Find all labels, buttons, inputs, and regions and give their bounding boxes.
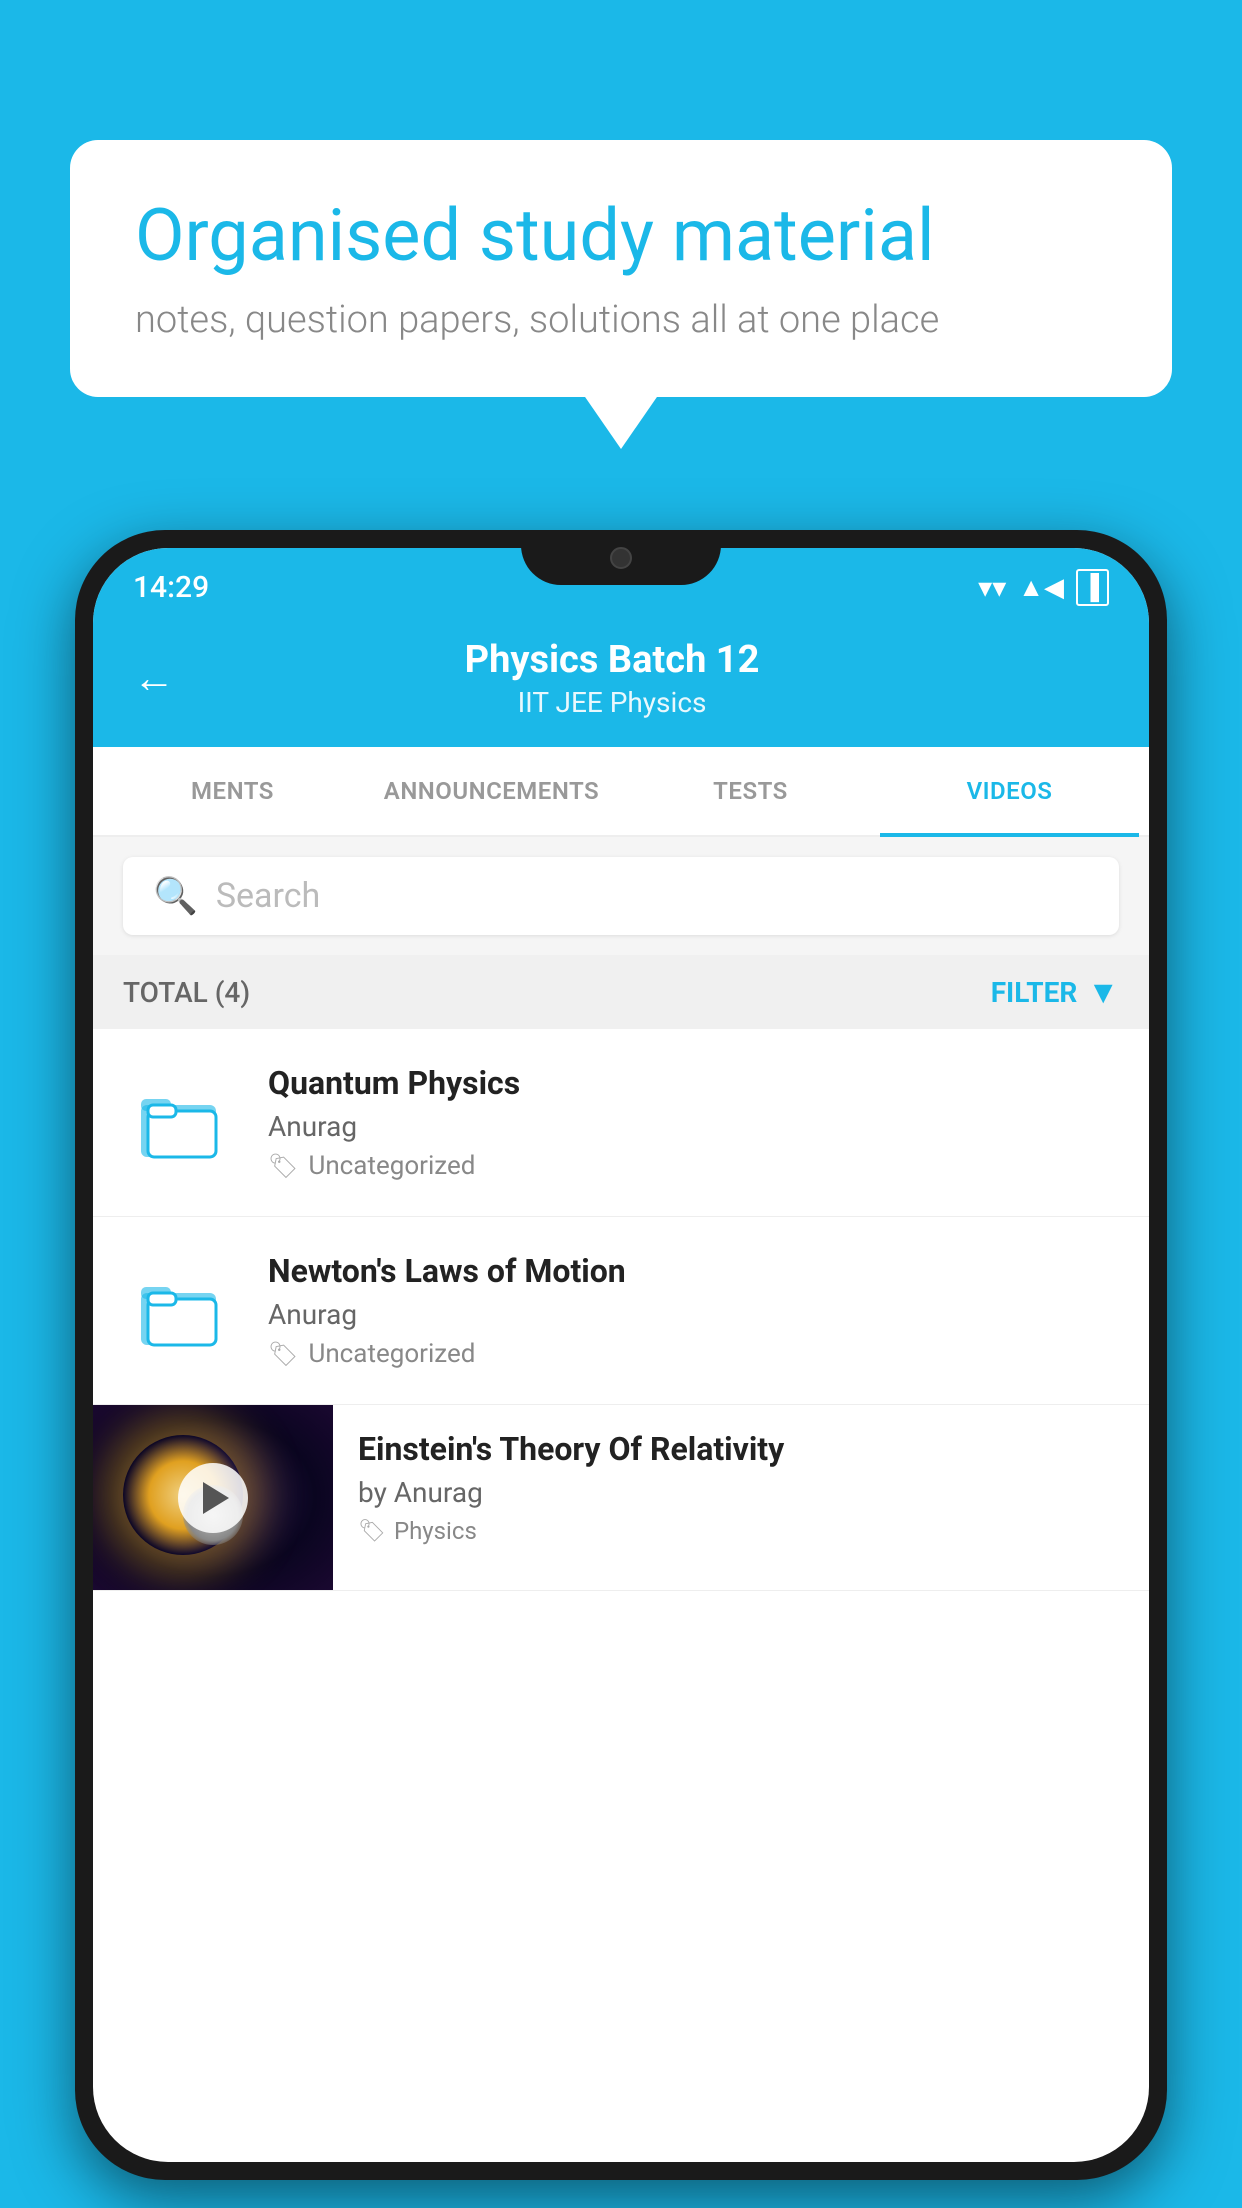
tag-icon: 🏷 xyxy=(358,1519,386,1544)
tag-icon: 🏷 xyxy=(268,1152,298,1180)
video-list: Quantum Physics Anurag 🏷 Uncategorized xyxy=(93,1029,1149,1591)
phone-frame: 14:29 ▾▾ ▲◀ ▐ ← Physics Batch 12 IIT JEE… xyxy=(75,530,1167,2208)
item-tag: 🏷 Uncategorized xyxy=(268,1151,1119,1181)
item-tag: 🏷 Physics xyxy=(358,1517,1124,1545)
filter-icon: ▼ xyxy=(1087,973,1119,1011)
item-tag: 🏷 Uncategorized xyxy=(268,1339,1119,1369)
item-thumbnail xyxy=(123,1064,238,1179)
folder-icon xyxy=(136,1265,226,1355)
tab-ments[interactable]: MENTS xyxy=(103,747,362,835)
front-camera xyxy=(610,547,632,569)
speech-bubble-subtext: notes, question papers, solutions all at… xyxy=(135,298,1107,342)
tab-videos[interactable]: VIDEOS xyxy=(880,747,1139,835)
search-icon: 🔍 xyxy=(153,875,198,917)
search-box[interactable]: 🔍 Search xyxy=(123,857,1119,935)
folder-icon xyxy=(136,1077,226,1167)
item-title: Quantum Physics xyxy=(268,1064,1119,1102)
filter-label: FILTER xyxy=(991,976,1078,1009)
list-item[interactable]: Newton's Laws of Motion Anurag 🏷 Uncateg… xyxy=(93,1217,1149,1405)
item-info: Einstein's Theory Of Relativity by Anura… xyxy=(333,1405,1149,1570)
speech-bubble: Organised study material notes, question… xyxy=(70,140,1172,397)
batch-title: Physics Batch 12 xyxy=(205,638,1019,682)
item-info: Newton's Laws of Motion Anurag 🏷 Uncateg… xyxy=(268,1252,1119,1369)
list-item[interactable]: Quantum Physics Anurag 🏷 Uncategorized xyxy=(93,1029,1149,1217)
item-title: Newton's Laws of Motion xyxy=(268,1252,1119,1290)
speech-bubble-heading: Organised study material xyxy=(135,195,1107,278)
wifi-icon: ▾▾ xyxy=(978,571,1006,604)
back-button[interactable]: ← xyxy=(133,654,175,703)
app-header: ← Physics Batch 12 IIT JEE Physics xyxy=(93,618,1149,747)
item-author: Anurag xyxy=(268,1110,1119,1143)
item-author: Anurag xyxy=(268,1298,1119,1331)
tag-text: Uncategorized xyxy=(308,1151,475,1181)
tab-tests[interactable]: TESTS xyxy=(621,747,880,835)
status-icons: ▾▾ ▲◀ ▐ xyxy=(978,569,1109,606)
battery-icon: ▐ xyxy=(1076,569,1109,606)
filter-button[interactable]: FILTER ▼ xyxy=(991,973,1119,1011)
batch-subtitle: IIT JEE Physics xyxy=(205,686,1019,719)
search-container: 🔍 Search xyxy=(93,837,1149,955)
item-author: by Anurag xyxy=(358,1476,1124,1509)
list-item[interactable]: Einstein's Theory Of Relativity by Anura… xyxy=(93,1405,1149,1591)
signal-icon: ▲◀ xyxy=(1018,572,1064,603)
item-info: Quantum Physics Anurag 🏷 Uncategorized xyxy=(268,1064,1119,1181)
tab-announcements[interactable]: ANNOUNCEMENTS xyxy=(362,747,621,835)
tag-text: Physics xyxy=(394,1517,477,1545)
filter-bar: TOTAL (4) FILTER ▼ xyxy=(93,955,1149,1029)
tag-icon: 🏷 xyxy=(268,1340,298,1368)
video-thumbnail-image xyxy=(93,1405,333,1590)
status-time: 14:29 xyxy=(133,570,209,605)
tabs-bar: MENTS ANNOUNCEMENTS TESTS VIDEOS xyxy=(93,747,1149,837)
item-thumbnail xyxy=(123,1252,238,1367)
tag-text: Uncategorized xyxy=(308,1339,475,1369)
search-input[interactable]: Search xyxy=(216,876,320,916)
play-button[interactable] xyxy=(178,1463,248,1533)
phone-notch xyxy=(521,530,721,585)
header-title-block: Physics Batch 12 IIT JEE Physics xyxy=(205,638,1019,719)
play-icon xyxy=(203,1482,229,1514)
total-count: TOTAL (4) xyxy=(123,976,250,1009)
item-title: Einstein's Theory Of Relativity xyxy=(358,1430,1124,1468)
